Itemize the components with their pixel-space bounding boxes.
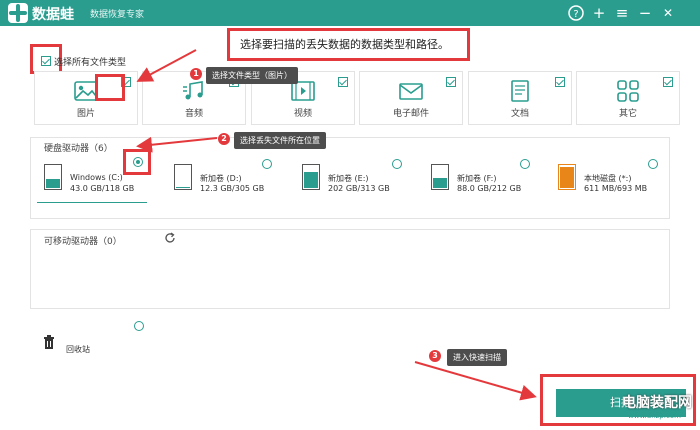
app-subtitle: 数据恢复专家	[90, 10, 145, 20]
recycle-bin-label: 回收站	[66, 345, 90, 354]
filetype-label: 音频	[184, 109, 203, 119]
refresh-icon[interactable]	[164, 232, 176, 244]
svg-text:?: ?	[573, 9, 578, 20]
removable-drive-title: 可移动驱动器（0）	[44, 237, 122, 247]
drive-size: 202 GB/313 GB	[328, 184, 390, 193]
drive-radio-highlight	[123, 149, 151, 175]
close-button[interactable]: ✕	[658, 3, 678, 23]
drive-size: 88.0 GB/212 GB	[457, 184, 522, 193]
filetype-label: 图片	[76, 109, 95, 119]
other-icon	[617, 80, 639, 102]
step-2-tooltip: 选择丢失文件所在位置	[234, 132, 326, 149]
filetype-card-document[interactable]: 文档	[468, 71, 572, 125]
drive-radio-e[interactable]	[392, 159, 402, 169]
filetype-label: 文档	[510, 109, 529, 119]
drive-name: 新加卷 (F:)	[457, 174, 497, 183]
logo-icon	[8, 3, 28, 23]
removable-drive-panel	[30, 229, 670, 309]
step-3-badge: 3	[429, 350, 441, 362]
drive-icon	[174, 164, 192, 190]
watermark-text: 电脑装配网	[622, 395, 692, 411]
drive-d[interactable]: 新加卷 (D:) 12.3 GB/305 GB	[174, 160, 294, 208]
help-icon: ?	[568, 5, 584, 21]
music-icon	[183, 81, 203, 100]
drive-local[interactable]: 本地磁盘 (*:) 611 MB/693 MB	[558, 160, 678, 208]
drive-icon	[431, 164, 449, 190]
minimize-button[interactable]: −	[635, 3, 655, 23]
hard-drive-title: 硬盘驱动器（6）	[44, 144, 113, 154]
filetype-checkbox-document[interactable]	[555, 77, 565, 87]
filetype-checkbox-video[interactable]	[338, 77, 348, 87]
drive-name: 本地磁盘 (*:)	[584, 174, 632, 183]
filetype-checkbox-other[interactable]	[663, 77, 673, 87]
document-icon	[511, 80, 529, 102]
drive-name: 新加卷 (E:)	[328, 174, 369, 183]
filetype-checkbox-email[interactable]	[446, 77, 456, 87]
mail-icon	[399, 83, 423, 100]
drive-size: 43.0 GB/118 GB	[70, 184, 135, 193]
filetype-card-email[interactable]: 电子邮件	[359, 71, 463, 125]
trash-icon	[44, 335, 54, 349]
step-1-tooltip: 选择文件类型（图片）	[206, 67, 298, 84]
drive-radio-local[interactable]	[648, 159, 658, 169]
drive-radio-f[interactable]	[520, 159, 530, 169]
select-all-label: 选择所有文件类型	[54, 58, 127, 68]
drive-name: Windows (C:)	[70, 173, 123, 182]
filetype-label: 视频	[293, 109, 312, 119]
drive-size: 12.3 GB/305 GB	[200, 184, 265, 193]
instruction-callout: 选择要扫描的丢失数据的数据类型和路径。	[227, 28, 470, 61]
filetype-card-other[interactable]: 其它	[576, 71, 680, 125]
drive-icon	[44, 164, 62, 190]
app-logo-text: 数据蛙	[32, 7, 74, 23]
selected-drive-underline	[37, 202, 147, 203]
title-bar: 数据蛙 数据恢复专家 ? + ≡ − ✕	[0, 0, 700, 26]
help-button[interactable]: ?	[566, 3, 586, 23]
drive-size: 611 MB/693 MB	[584, 184, 648, 193]
image-checkbox-highlight	[95, 74, 125, 101]
filetype-label: 其它	[618, 109, 637, 119]
filetype-label: 电子邮件	[392, 109, 429, 119]
drive-e[interactable]: 新加卷 (E:) 202 GB/313 GB	[302, 160, 422, 208]
drive-name: 新加卷 (D:)	[200, 174, 242, 183]
select-all-checkbox[interactable]	[41, 56, 51, 66]
recycle-bin-radio[interactable]	[134, 321, 144, 331]
step-1-badge: 1	[190, 68, 202, 80]
step-3-tooltip: 进入快速扫描	[447, 349, 507, 366]
menu-button[interactable]: ≡	[612, 3, 632, 23]
arrow-to-scan-button	[414, 361, 537, 401]
drive-icon	[558, 164, 576, 190]
drive-radio-d[interactable]	[262, 159, 272, 169]
step-2-badge: 2	[218, 133, 230, 145]
add-button[interactable]: +	[589, 3, 609, 23]
drive-icon	[302, 164, 320, 190]
watermark-url: www.dnzp.com	[628, 412, 681, 420]
drive-f[interactable]: 新加卷 (F:) 88.0 GB/212 GB	[431, 160, 551, 208]
